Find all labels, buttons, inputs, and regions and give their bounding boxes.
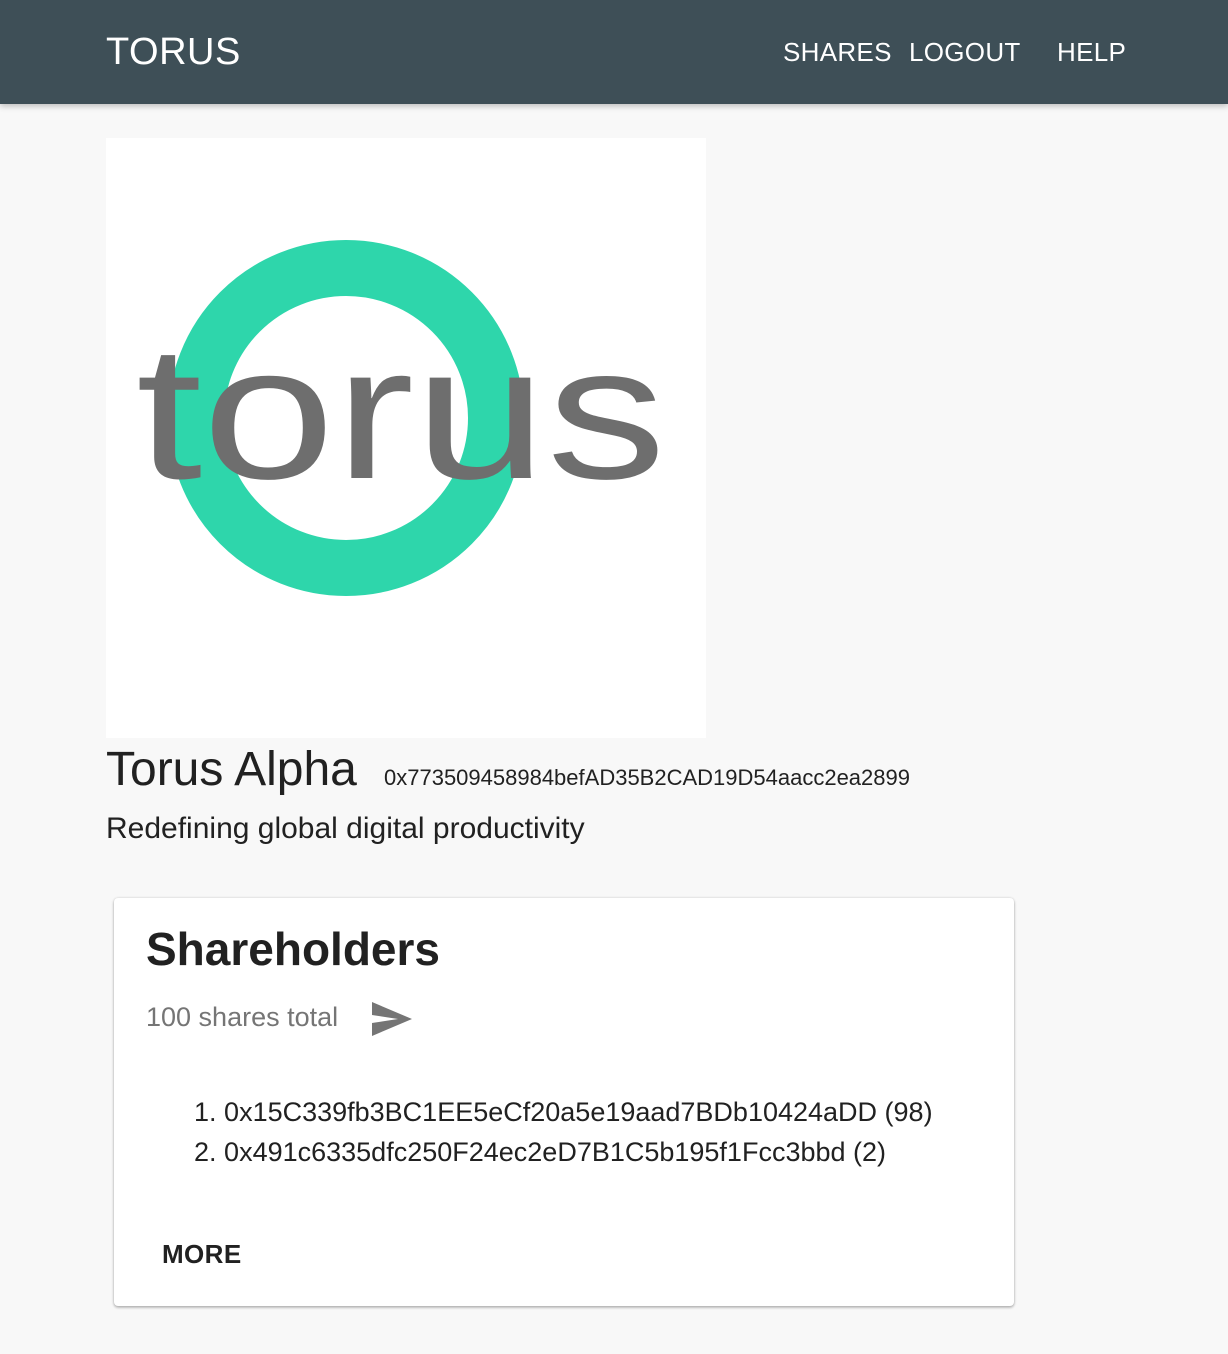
list-item-index: 1.	[194, 1097, 217, 1127]
nav-help-link[interactable]: HELP	[1057, 36, 1126, 68]
shareholder-list: 1. 0x15C339fb3BC1EE5eCf20a5e19aad7BDb104…	[194, 1092, 933, 1172]
send-icon[interactable]	[368, 998, 416, 1040]
list-item: 2. 0x491c6335dfc250F24ec2eD7B1C5b195f1Fc…	[194, 1132, 933, 1172]
company-tagline: Redefining global digital productivity	[106, 812, 585, 845]
card-title: Shareholders	[146, 923, 440, 975]
brand-title[interactable]: TORUS	[106, 30, 241, 74]
list-item-index: 2.	[194, 1137, 217, 1167]
nav-logout-link[interactable]: LOGOUT	[909, 36, 1021, 68]
shares-total-label: 100 shares total	[146, 1002, 339, 1032]
torus-logo-image: torus	[136, 240, 666, 596]
logo-wordmark: torus	[136, 307, 666, 519]
nav-shares-link[interactable]: SHARES	[783, 36, 892, 68]
list-item-entry: 0x491c6335dfc250F24ec2eD7B1C5b195f1Fcc3b…	[224, 1137, 887, 1167]
company-address: 0x773509458984befAD35B2CAD19D54aacc2ea28…	[384, 765, 910, 790]
top-app-bar: TORUS SHARES LOGOUT HELP	[0, 0, 1228, 104]
send-icon-glyph	[372, 1002, 412, 1036]
more-button[interactable]: MORE	[144, 1234, 260, 1274]
list-item-entry: 0x15C339fb3BC1EE5eCf20a5e19aad7BDb10424a…	[224, 1097, 933, 1127]
shareholders-card: Shareholders 100 shares total 1. 0x15C33…	[114, 898, 1014, 1306]
company-logo: torus	[106, 138, 706, 738]
company-name: Torus Alpha	[106, 743, 357, 796]
list-item: 1. 0x15C339fb3BC1EE5eCf20a5e19aad7BDb104…	[194, 1092, 933, 1132]
